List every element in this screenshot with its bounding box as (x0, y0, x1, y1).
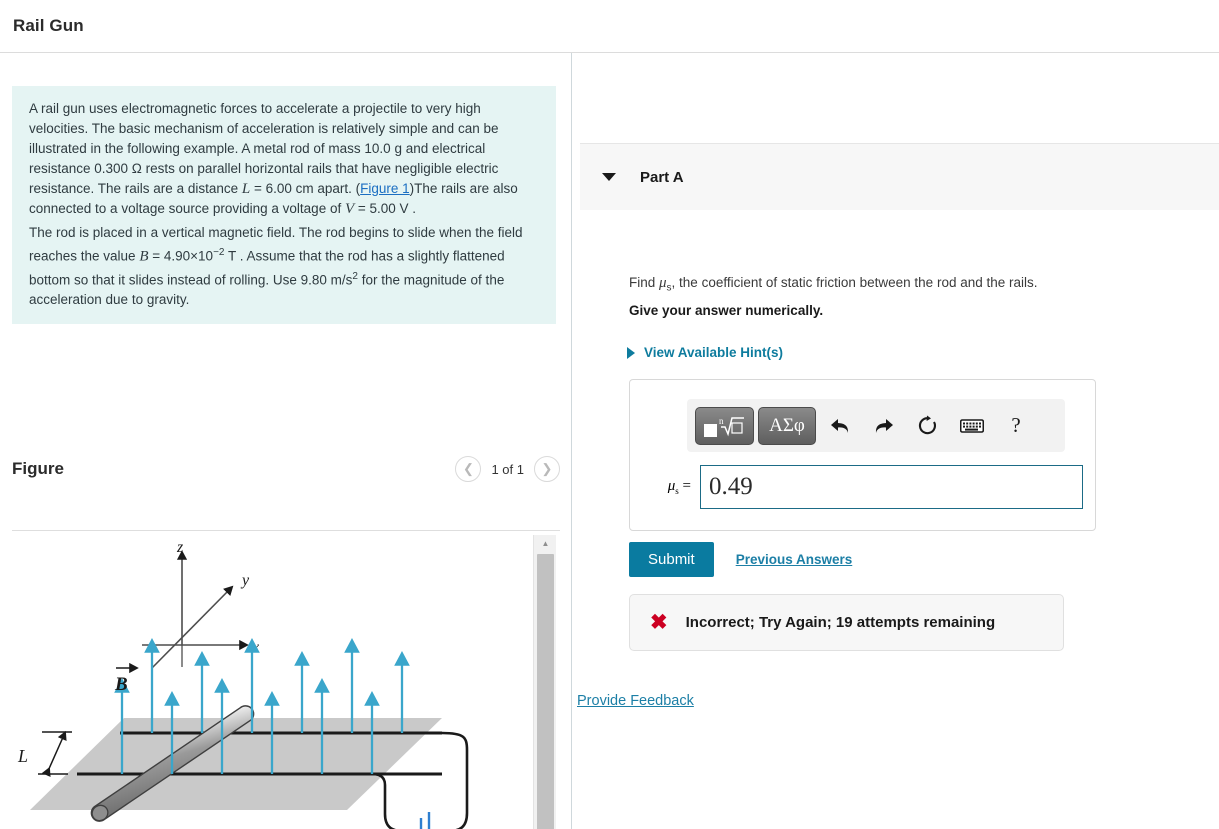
view-hints-label: View Available Hint(s) (644, 345, 784, 360)
axis-label-y: y (240, 572, 250, 589)
root-template-icon: n (704, 413, 745, 439)
math-toolbar: n ΑΣφ ? (687, 399, 1065, 452)
axis-label-z: z (176, 539, 184, 556)
undo-arrow-icon[interactable] (820, 407, 860, 445)
chevron-left-icon[interactable]: ❮ (455, 456, 482, 482)
figure-title: Figure (12, 459, 64, 478)
left-panel: A rail gun uses electromagnetic forces t… (0, 53, 572, 829)
figure-divider (12, 530, 560, 531)
feedback-banner: ✖ Incorrect; Try Again; 19 attempts rema… (629, 594, 1064, 651)
rail-gun-diagram: z y x V (17, 539, 469, 829)
view-hints-toggle[interactable]: View Available Hint(s) (627, 345, 783, 360)
previous-answers-link[interactable]: Previous Answers (736, 552, 853, 567)
feedback-message: Incorrect; Try Again; 19 attempts remain… (685, 614, 996, 631)
provide-feedback-link[interactable]: Provide Feedback (577, 693, 694, 709)
problem-text-2: = 6.00 cm apart. ( (250, 181, 361, 196)
greek-button-label: ΑΣφ (769, 414, 805, 436)
figure-viewport: z y x V (12, 535, 560, 829)
part-a-header[interactable]: Part A (580, 143, 1219, 210)
part-a-question: Find μs, the coefficient of static frict… (629, 275, 1038, 294)
nth-root-icon: n (719, 416, 744, 436)
math-template-button[interactable]: n (695, 406, 754, 445)
figure-counter: 1 of 1 (491, 461, 524, 477)
question-suffix: , the coefficient of static friction bet… (671, 275, 1038, 290)
caret-right-icon[interactable] (627, 346, 635, 359)
equals-sign: = (682, 478, 691, 494)
symbol-L: L (241, 181, 251, 197)
svg-text:n: n (719, 416, 724, 426)
triangle-up-icon[interactable]: ▲ (534, 535, 557, 552)
figure-header: Figure ❮ 1 of 1 ❯ (12, 456, 560, 482)
mu-label-subscript: s (675, 486, 679, 496)
answer-field-label: μs = (642, 478, 700, 496)
answer-input[interactable] (700, 465, 1083, 509)
figure-navigation: ❮ 1 of 1 ❯ (455, 456, 560, 482)
redo-arrow-icon[interactable] (864, 407, 904, 445)
figure-scrollbar[interactable]: ▲ ▼ (533, 535, 556, 829)
right-panel: Part A Find μs, the coefficient of stati… (572, 53, 1219, 829)
mu-symbol: μ (659, 275, 667, 291)
length-dimension-L: L (17, 730, 72, 778)
scrollbar-thumb[interactable] (537, 554, 554, 829)
field-label-B: B (114, 662, 139, 695)
window-titlebar: Rail Gun (0, 0, 1219, 53)
greek-symbols-button[interactable]: ΑΣφ (758, 406, 816, 445)
svg-text:L: L (17, 746, 28, 766)
main-body: A rail gun uses electromagnetic forces t… (0, 53, 1219, 829)
answer-container: n ΑΣφ ? μs = 0.49 (629, 379, 1096, 531)
problem-statement: A rail gun uses electromagnetic forces t… (12, 86, 556, 324)
help-label: ? (1011, 413, 1021, 437)
keyboard-icon[interactable] (952, 407, 992, 445)
coordinate-axes: z y x (142, 539, 259, 669)
problem-text-4: = 5.00 V . (354, 201, 417, 216)
chevron-right-icon[interactable]: ❯ (534, 456, 560, 482)
answer-actions: Submit Previous Answers (629, 542, 852, 577)
part-a-instruction: Give your answer numerically. (629, 303, 824, 318)
reset-circular-arrow-icon[interactable] (908, 407, 948, 445)
b-exponent: −2 (213, 247, 225, 258)
part-a-label: Part A (640, 168, 684, 186)
symbol-B: B (139, 248, 149, 265)
figure-1-link[interactable]: Figure 1 (360, 181, 410, 196)
svg-text:B: B (114, 674, 128, 695)
question-mark-icon[interactable]: ? (996, 407, 1036, 445)
answer-row: μs = (642, 465, 1083, 509)
page-title: Rail Gun (13, 16, 84, 35)
voltage-source-symbol: V (419, 812, 431, 829)
symbol-V: V (344, 201, 355, 217)
red-x-icon: ✖ (650, 611, 668, 634)
submit-button[interactable]: Submit (629, 542, 714, 577)
question-prefix: Find (629, 275, 660, 290)
problem-text-6: = 4.90×10 (148, 248, 214, 264)
caret-down-icon[interactable] (602, 173, 616, 181)
